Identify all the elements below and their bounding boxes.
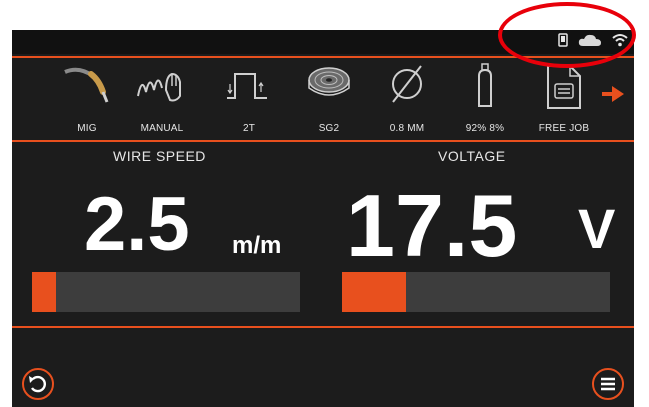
wire-spool-icon xyxy=(294,62,364,110)
annotation-ellipse xyxy=(498,2,636,68)
menu-button[interactable] xyxy=(592,368,624,400)
toolbar-item-label: 0.8 MM xyxy=(389,123,425,134)
voltage-title: VOLTAGE xyxy=(438,148,506,164)
gas-cylinder-icon xyxy=(450,62,520,110)
manual-mode-icon xyxy=(127,62,197,110)
mig-torch-icon xyxy=(52,62,122,110)
wire-speed-bar-fill xyxy=(32,272,57,312)
toolbar-item-label: 2T xyxy=(242,123,256,134)
undo-button[interactable] xyxy=(22,368,54,400)
toolbar-item-label: FREE JOB xyxy=(538,123,590,134)
job-document-icon xyxy=(529,62,599,110)
wire-speed-title: WIRE SPEED xyxy=(113,148,206,164)
bottom-divider xyxy=(12,326,634,328)
toolbar-item-gas[interactable]: 92% 8% xyxy=(450,62,520,136)
voltage-bar[interactable] xyxy=(342,272,610,312)
toolbar-item-process[interactable]: MIG xyxy=(52,62,122,136)
arrow-right-icon[interactable] xyxy=(600,84,626,109)
toolbar-item-label: MANUAL xyxy=(140,123,184,134)
trigger-2t-icon xyxy=(214,62,284,110)
toolbar-divider xyxy=(12,140,634,142)
wire-diameter-icon xyxy=(372,62,442,110)
wire-speed-unit: m/m xyxy=(232,232,282,259)
toolbar-item-mode[interactable]: MANUAL xyxy=(127,62,197,136)
toolbar-item-wire-diameter[interactable]: 0.8 MM xyxy=(372,62,442,136)
toolbar-item-job[interactable]: FREE JOB xyxy=(529,62,599,136)
toolbar-item-label: MIG xyxy=(77,123,97,134)
voltage-bar-fill xyxy=(342,272,407,312)
voltage-value: 17.5 xyxy=(346,176,518,275)
toolbar-item-material[interactable]: SG2 xyxy=(294,62,364,136)
toolbar-item-label: SG2 xyxy=(318,123,340,134)
settings-toolbar: MIG MANUAL 2T SG2 0.8 MM 92% 8% FREE JOB xyxy=(12,58,634,138)
toolbar-item-trigger[interactable]: 2T xyxy=(214,62,284,136)
voltage-unit: V xyxy=(578,197,616,260)
welder-screen: MIG MANUAL 2T SG2 0.8 MM 92% 8% FREE JOB… xyxy=(12,30,634,407)
wire-speed-value: 2.5 xyxy=(84,182,190,267)
toolbar-item-label: 92% 8% xyxy=(465,123,505,134)
wire-speed-bar[interactable] xyxy=(32,272,300,312)
